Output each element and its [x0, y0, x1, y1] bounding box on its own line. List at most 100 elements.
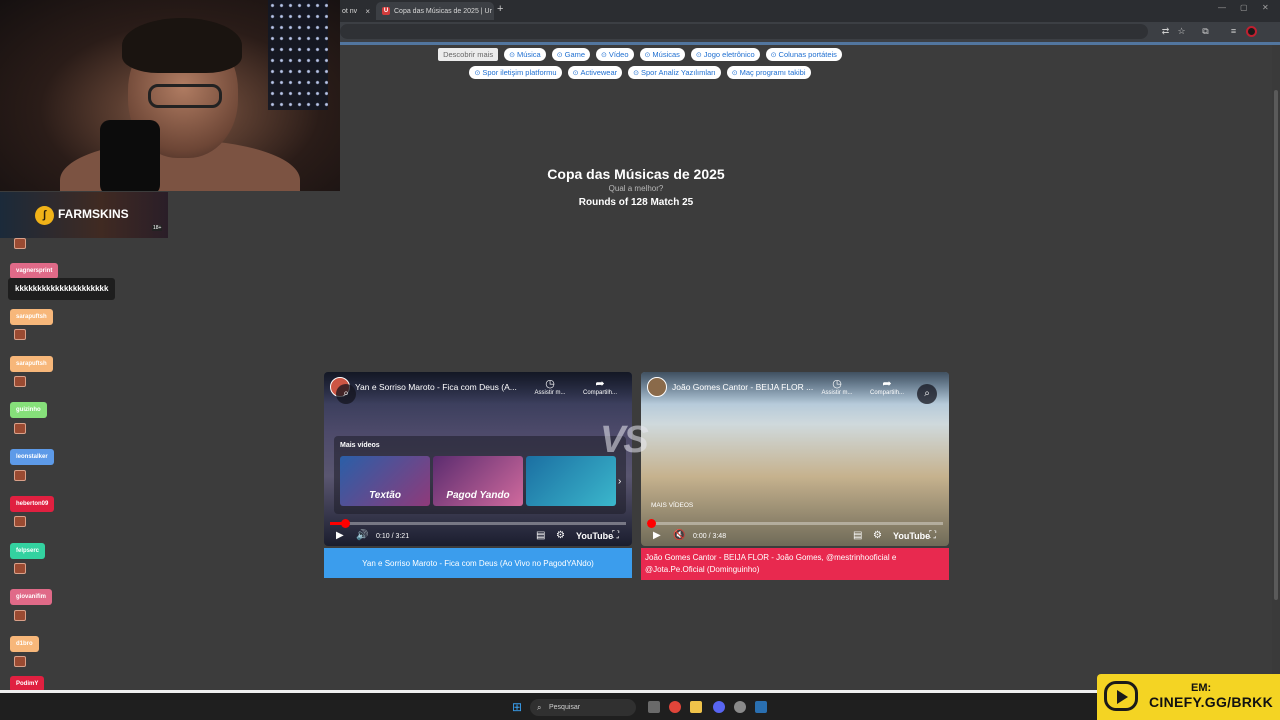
- chat-username: sarapuftsh: [10, 309, 53, 325]
- clock-icon: ◷: [545, 378, 555, 390]
- more-videos-label: Mais vídeos: [340, 442, 380, 449]
- vote-button-left[interactable]: Yan e Sorriso Maroto - Fica com Deus (Ao…: [324, 548, 632, 578]
- task-view-icon[interactable]: [648, 701, 660, 713]
- windows-start-icon[interactable]: ⊞: [512, 701, 524, 713]
- youtube-logo[interactable]: YouTube: [576, 531, 613, 541]
- subtitles-icon[interactable]: ▤: [536, 530, 545, 541]
- fullscreen-icon[interactable]: ⛶: [929, 530, 936, 541]
- suggested-video-thumb[interactable]: Textão: [340, 456, 430, 506]
- scrollbar-thumb[interactable]: [1274, 90, 1278, 600]
- discord-icon[interactable]: [713, 701, 725, 713]
- chat-avatar: [14, 470, 26, 481]
- farmskins-logo-icon: ʃ: [35, 206, 54, 225]
- settings-gear-icon[interactable]: ⚙: [873, 530, 882, 541]
- pill-jogo-eletronico[interactable]: ⊙ Jogo eletrônico: [690, 48, 760, 61]
- minimize-button[interactable]: —: [1218, 3, 1226, 12]
- search-icon: ⊙: [695, 51, 702, 59]
- more-videos-label[interactable]: MAIS VÍDEOS: [651, 502, 693, 509]
- age-rating: 18+: [152, 225, 163, 231]
- video-time: 0:10 / 3:21: [376, 533, 410, 540]
- profile-avatar[interactable]: [1246, 26, 1257, 37]
- pill-musica[interactable]: ⊙ Música: [504, 48, 546, 61]
- subtitles-icon[interactable]: ▤: [853, 530, 862, 541]
- search-icon: ⊙: [644, 51, 651, 59]
- zoom-icon[interactable]: ⌕: [917, 384, 937, 404]
- new-tab-button[interactable]: +: [497, 3, 503, 15]
- watch-later-button[interactable]: ◷ Assistir m...: [530, 377, 570, 396]
- sponsor-banner: ʃ FARMSKINS 18+: [0, 192, 168, 238]
- chat-avatar: [14, 329, 26, 340]
- menu-icon[interactable]: ≡: [1228, 26, 1239, 37]
- chat-username: vagnersprint: [10, 263, 59, 279]
- fullscreen-icon[interactable]: ⛶: [612, 530, 619, 541]
- tab-active[interactable]: U Copa das Músicas de 2025 | Ur ×: [376, 2, 494, 20]
- share-button[interactable]: ➦ Compartilh...: [580, 377, 620, 396]
- close-icon[interactable]: ×: [492, 7, 494, 16]
- obs-icon[interactable]: [734, 701, 746, 713]
- search-icon: ⊙: [731, 69, 738, 77]
- close-icon[interactable]: ×: [361, 7, 370, 16]
- pill-activewear[interactable]: ⊙ Activewear: [567, 66, 623, 79]
- video-title[interactable]: Yan e Sorriso Maroto - Fica com Deus (A.…: [355, 382, 517, 392]
- play-icon[interactable]: ▶: [336, 530, 344, 541]
- file-explorer-icon[interactable]: [690, 701, 702, 713]
- settings-gear-icon[interactable]: ⚙: [556, 530, 565, 541]
- chat-avatar: [14, 376, 26, 387]
- watch-later-button[interactable]: ◷ Assistir m...: [817, 377, 857, 396]
- chevron-right-icon[interactable]: ›: [618, 476, 621, 487]
- pill-game[interactable]: ⊙ Game: [551, 48, 591, 61]
- video-player-right[interactable]: João Gomes Cantor - BEIJA FLOR ... ◷ Assi…: [641, 372, 949, 546]
- search-icon: ⊙: [633, 69, 639, 77]
- chat-username: giovanifim: [10, 589, 53, 605]
- tab-inactive[interactable]: ot nv ×: [336, 2, 376, 20]
- steam-icon[interactable]: [755, 701, 767, 713]
- address-bar[interactable]: [340, 24, 1148, 39]
- extensions-icon[interactable]: ⧉: [1200, 26, 1211, 37]
- play-icon[interactable]: ▶: [653, 530, 661, 541]
- volume-icon[interactable]: 🔊: [356, 530, 368, 541]
- pill-spor-iletisim[interactable]: ⊙ Spor iletişim platformu: [469, 66, 562, 79]
- taskbar-search[interactable]: ⌕ Pesquisar: [530, 699, 636, 716]
- channel-avatar[interactable]: [647, 377, 667, 397]
- site-favicon-icon: U: [382, 7, 390, 15]
- versus-label: VS: [600, 419, 649, 461]
- translate-icon[interactable]: ⇄: [1160, 26, 1171, 37]
- video-time: 0:00 / 3:48: [693, 533, 727, 540]
- chat-avatar: [14, 516, 26, 527]
- pill-video[interactable]: ⊙ Vídeo: [596, 48, 634, 61]
- pill-colunas-portateis[interactable]: ⊙ Colunas portáteis: [765, 48, 842, 61]
- promo-line-1: EM:: [1191, 682, 1212, 694]
- streamer-hair: [122, 18, 242, 73]
- chat-avatar: [14, 563, 26, 574]
- more-videos-panel: Mais vídeos Textão Pagod Yando ›: [334, 436, 626, 514]
- search-icon: ⊙: [770, 51, 777, 59]
- video-controls: ▶ 🔊 0:10 / 3:21 ▤ ⚙ YouTube ⛶: [324, 524, 632, 546]
- search-icon: ⊙: [509, 51, 515, 59]
- clock-icon: ◷: [832, 378, 842, 390]
- microphone: [100, 120, 160, 191]
- video-title[interactable]: João Gomes Cantor - BEIJA FLOR ...: [672, 382, 813, 392]
- pill-spor-analiz[interactable]: ⊙ Spor Analiz Yazılımları: [628, 66, 721, 79]
- chrome-icon[interactable]: [669, 701, 681, 713]
- promo-line-2: CINEFY.GG/BRKK: [1149, 694, 1273, 710]
- chat-username: felpserc: [10, 543, 46, 559]
- bookmark-star-icon[interactable]: ☆: [1176, 26, 1187, 37]
- video-player-left[interactable]: Yan e Sorriso Maroto - Fica com Deus (A.…: [324, 372, 632, 546]
- zoom-icon[interactable]: ⌕: [336, 384, 356, 404]
- share-button[interactable]: ➦ Compartilh...: [867, 377, 907, 396]
- search-icon: ⊙: [572, 69, 579, 77]
- youtube-logo[interactable]: YouTube: [893, 531, 930, 541]
- glasses: [148, 84, 222, 108]
- close-window-button[interactable]: ✕: [1262, 3, 1269, 12]
- suggested-video-thumb[interactable]: [526, 456, 616, 506]
- tab-label: ot nv: [342, 7, 358, 15]
- suggested-video-thumb[interactable]: Pagod Yando: [433, 456, 523, 506]
- maximize-button[interactable]: ▢: [1240, 3, 1248, 12]
- discover-more-label: Descobrir mais: [438, 48, 499, 61]
- pill-mac-programi[interactable]: ⊙ Maç programı takibi: [726, 66, 811, 79]
- share-icon: ➦: [595, 378, 605, 390]
- chat-username: sarapuftsh: [10, 356, 53, 372]
- vote-button-right[interactable]: João Gomes Cantor - BEIJA FLOR - João Go…: [641, 548, 949, 580]
- muted-volume-icon[interactable]: 🔇: [673, 530, 685, 541]
- pill-musicas[interactable]: ⊙ Músicas: [639, 48, 685, 61]
